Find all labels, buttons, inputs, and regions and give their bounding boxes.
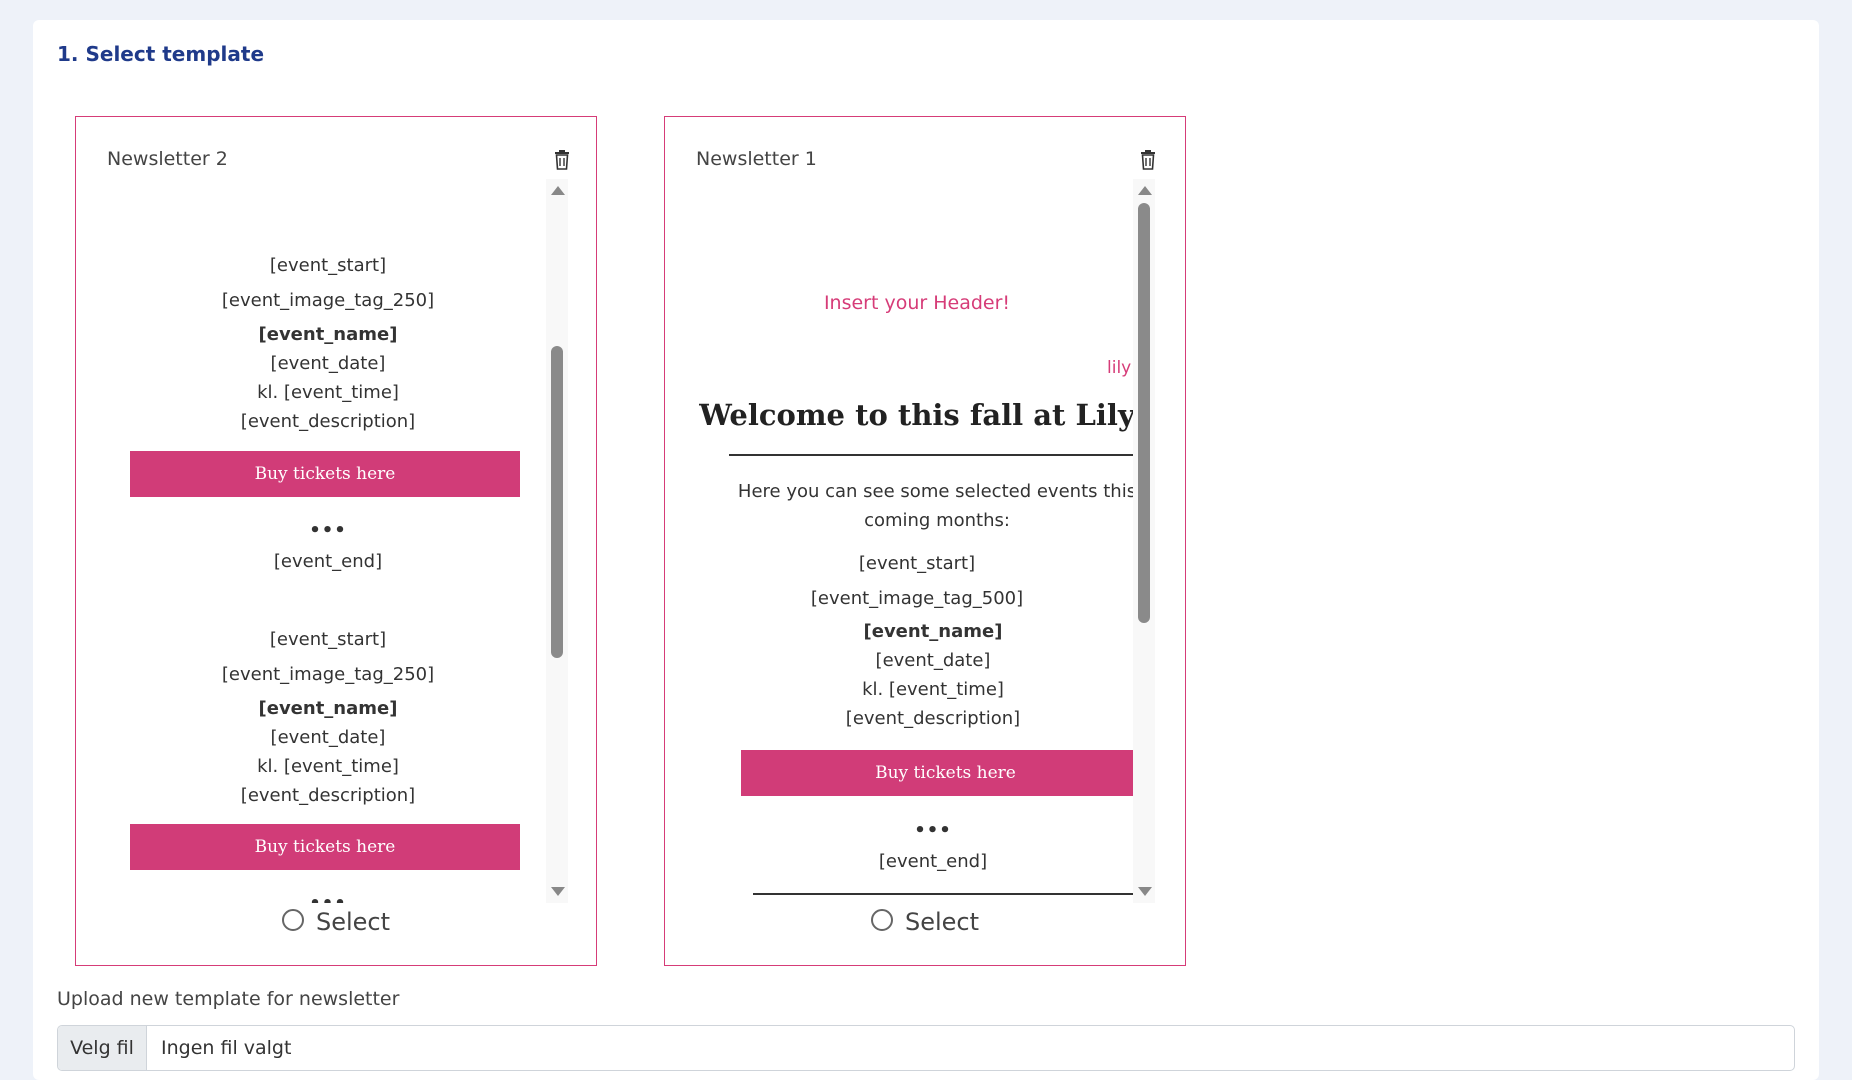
- event-image-tag: [event_image_tag_250]: [221, 664, 435, 685]
- select-radio[interactable]: [870, 909, 893, 931]
- select-option[interactable]: Select: [76, 908, 596, 936]
- event-start: [event_start]: [269, 255, 387, 276]
- buy-tickets-button[interactable]: Buy tickets here: [130, 451, 520, 497]
- choose-file-button[interactable]: Velg fil: [58, 1026, 147, 1070]
- event-end: [event_end]: [273, 551, 383, 572]
- dots: •••: [309, 520, 347, 541]
- file-status: Ingen fil valgt: [161, 1037, 292, 1059]
- trash-icon[interactable]: [554, 150, 570, 170]
- event-time: kl. [event_time]: [862, 679, 1004, 700]
- scroll-up-arrow-icon[interactable]: [551, 186, 565, 195]
- event-start: [event_start]: [269, 629, 387, 650]
- scrollbar[interactable]: [1133, 179, 1155, 903]
- scroll-up-arrow-icon[interactable]: [1138, 186, 1152, 195]
- upload-label: Upload new template for newsletter: [57, 988, 400, 1010]
- event-date: [event_date]: [270, 353, 386, 374]
- intro-text: Here you can see some selected events th…: [737, 481, 1137, 531]
- event-name: [event_name]: [863, 621, 1003, 642]
- header-placeholder: Insert your Header!: [823, 292, 1011, 314]
- template-preview[interactable]: [event_start] [event_image_tag_250] [eve…: [98, 179, 558, 903]
- file-input[interactable]: Velg fil Ingen fil valgt: [57, 1025, 1795, 1071]
- template-card-newsletter-2[interactable]: Newsletter 2 [event_start] [event_image_…: [75, 116, 597, 966]
- logo-text: lily: [1107, 358, 1132, 378]
- event-name: [event_name]: [258, 324, 398, 345]
- dots: •••: [98, 893, 558, 903]
- dots: •••: [914, 820, 952, 841]
- event-date: [event_date]: [875, 650, 991, 671]
- scroll-thumb[interactable]: [1138, 203, 1150, 623]
- welcome-heading: Welcome to this fall at Lily: [699, 398, 1135, 432]
- event-image-tag: [event_image_tag_250]: [221, 290, 435, 311]
- divider: [729, 454, 1143, 456]
- select-label: Select: [904, 908, 980, 936]
- divider: [753, 893, 1139, 895]
- event-end: [event_end]: [878, 851, 988, 872]
- scroll-down-arrow-icon[interactable]: [551, 887, 565, 896]
- template-preview[interactable]: Insert your Header! lily Welcome to this…: [687, 179, 1147, 903]
- scrollbar[interactable]: [546, 179, 568, 903]
- event-description: [event_description]: [845, 708, 1021, 729]
- template-name: Newsletter 2: [107, 148, 228, 170]
- event-time: kl. [event_time]: [257, 382, 399, 403]
- scroll-down-arrow-icon[interactable]: [1138, 887, 1152, 896]
- select-option[interactable]: Select: [665, 908, 1185, 936]
- event-name: [event_name]: [258, 698, 398, 719]
- event-time: kl. [event_time]: [257, 756, 399, 777]
- template-card-newsletter-1[interactable]: Newsletter 1 Insert your Header! lily We…: [664, 116, 1186, 966]
- event-description: [event_description]: [240, 411, 416, 432]
- buy-tickets-button[interactable]: Buy tickets here: [130, 824, 520, 870]
- section-title: 1. Select template: [57, 42, 265, 66]
- event-description: [event_description]: [240, 785, 416, 806]
- event-date: [event_date]: [270, 727, 386, 748]
- event-image-tag: [event_image_tag_500]: [810, 588, 1024, 609]
- scroll-thumb[interactable]: [551, 346, 563, 658]
- buy-tickets-button[interactable]: Buy tickets here: [741, 750, 1147, 796]
- select-radio[interactable]: [281, 909, 304, 931]
- trash-icon[interactable]: [1140, 150, 1156, 170]
- select-label: Select: [315, 908, 391, 936]
- template-name: Newsletter 1: [696, 148, 817, 170]
- event-start: [event_start]: [858, 553, 976, 574]
